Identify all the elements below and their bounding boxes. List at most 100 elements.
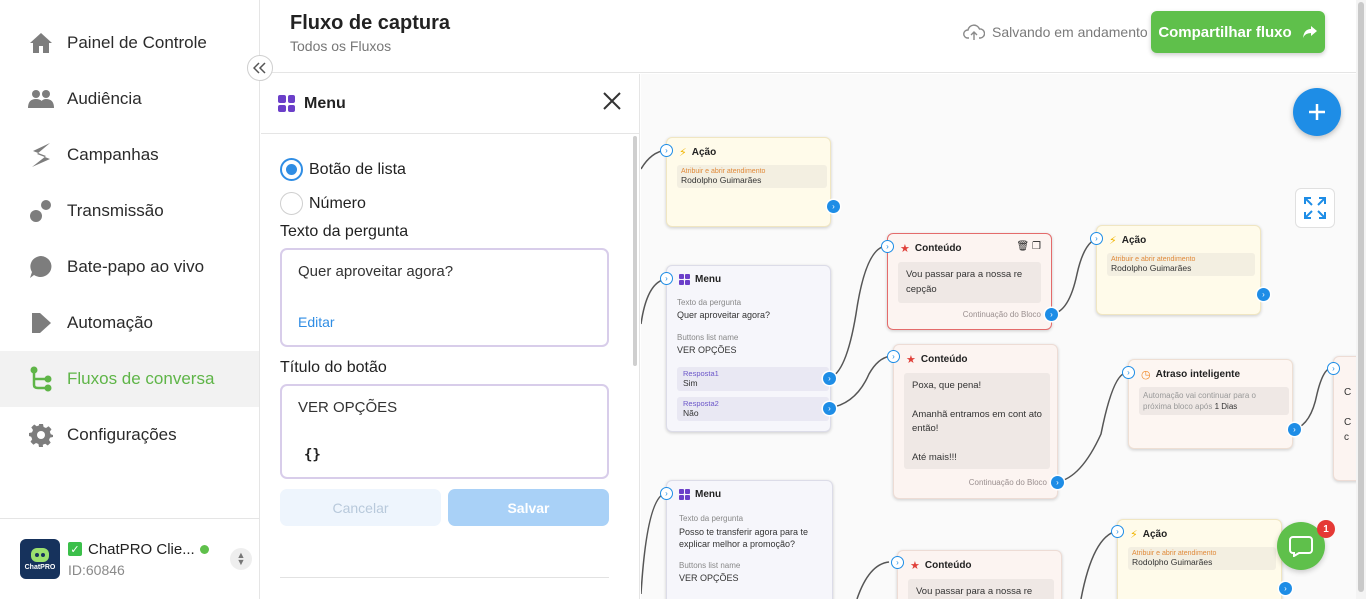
input-port[interactable]: › [1122,366,1135,379]
buttons-value: VER OPÇÕES [679,573,739,583]
radio-unselected[interactable] [280,192,303,215]
sidebar-item-painel[interactable]: Painel de Controle [0,15,259,71]
close-icon[interactable] [601,92,623,114]
delay-value: 1 Dias [1214,402,1238,411]
panel-scrollbar[interactable] [633,136,637,366]
content-node[interactable]: ★ Conteúdo Vou passar para a nossa re [897,550,1062,599]
question-value: Quer aproveitar agora? [298,263,454,280]
menu-grid-icon [679,489,690,500]
save-button[interactable]: Salvar [448,489,609,526]
output-port[interactable]: › [1051,476,1064,489]
breadcrumb[interactable]: Todos os Fluxos [290,38,391,54]
star-icon: ★ [900,243,910,255]
account-switcher[interactable]: ChatPRO ✓ ChatPRO Clie... ID:60846 ▲ ▼ [0,518,260,599]
content-text: Vou passar para a nossa re cepção [898,262,1041,303]
radio-selected[interactable] [280,158,303,181]
question-value: Posso te transferir agora para te explic… [679,527,809,549]
action-value: Rodolpho Guimarães [1132,557,1213,567]
response-option[interactable]: Resposta2 Não [677,397,829,421]
input-port[interactable]: › [881,240,894,253]
input-port[interactable]: › [1111,525,1124,538]
content-line: Até mais!!! [912,451,957,463]
question-label: Texto da pergunta [679,514,744,523]
content-node[interactable]: ★ Conteúdo Poxa, que pena! Amanhã entramo… [893,344,1058,499]
home-icon [28,30,54,56]
add-block-button[interactable] [1293,88,1341,136]
account-logo: ChatPRO [20,539,60,579]
fullscreen-button[interactable] [1295,188,1335,228]
variables-icon[interactable]: {} [304,447,321,463]
output-port[interactable]: › [1257,288,1270,301]
account-id: ID:60846 [68,561,125,578]
output-port[interactable]: › [1045,308,1058,321]
radio-number-label: Número [309,194,366,212]
sidebar-item-configuracoes[interactable]: Configurações [0,407,259,463]
input-port[interactable]: › [891,556,904,569]
collapse-sidebar-button[interactable] [247,55,273,81]
button-title-field[interactable]: VER OPÇÕES {} [280,384,609,479]
sidebar-item-label: Audiência [67,89,142,108]
sidebar-item-transmissao[interactable]: Transmissão [0,183,259,239]
radio-list-button[interactable]: Botão de lista [280,158,406,181]
edit-link[interactable]: Editar [298,314,335,330]
action-value: Rodolpho Guimarães [1111,263,1192,273]
menu-node[interactable]: Menu Texto da pergunta Quer aproveitar a… [666,265,831,432]
question-field[interactable]: Quer aproveitar agora? Editar [280,248,609,347]
content-node-partial[interactable]: C C c [1333,356,1356,481]
share-flow-button[interactable]: Compartilhar fluxo [1151,11,1325,53]
node-title: Menu [695,489,722,500]
sidebar-item-label: Bate-papo ao vivo [67,257,205,276]
output-port[interactable]: › [823,372,836,385]
sidebar-item-automacao[interactable]: Automação [0,295,259,351]
sidebar-item-fluxos[interactable]: Fluxos de conversa [0,351,259,407]
copy-icon[interactable]: ❐ [1032,241,1041,252]
output-port[interactable]: › [827,200,840,213]
action-key: Atribuir e abrir atendimento [1111,256,1196,263]
action-node[interactable]: ⚡ Ação Atribuir e abrir atendimento Rodol… [1096,225,1261,315]
cloud-upload-icon [963,24,985,40]
content-line: Amanhã entramos em cont ato então! [912,408,1042,435]
continue-label: Continuação do Bloco [962,310,1041,319]
response-option[interactable]: Resposta1 Sim [677,367,829,391]
notification-badge: 1 [1317,520,1335,538]
input-port[interactable]: › [887,350,900,363]
delay-node[interactable]: ◷ Atraso inteligente Automação vai contin… [1128,359,1293,449]
response-value: Sim [683,378,698,388]
radio-number[interactable]: Número [280,192,366,215]
share-label: Compartilhar fluxo [1158,23,1292,41]
switch-account-icon[interactable]: ▲ ▼ [230,548,252,570]
sidebar-item-batepapo[interactable]: Bate-papo ao vivo [0,239,259,295]
page-header: Fluxo de captura Todos os Fluxos Salvand… [261,0,1356,73]
node-title: Ação [691,147,717,158]
input-port[interactable]: › [1327,362,1340,375]
action-detail: Atribuir e abrir atendimento Rodolpho Gu… [1128,547,1276,570]
robot-icon [31,547,49,562]
flow-canvas[interactable]: ⚡ Ação Atribuir e abrir atendimento Rodol… [641,74,1356,599]
input-port[interactable]: › [660,272,673,285]
trash-icon[interactable]: 🗑 [1017,241,1030,252]
sidebar-item-label: Automação [67,313,153,332]
input-port[interactable]: › [660,487,673,500]
response-value: Não [683,408,699,418]
question-label: Texto da pergunta [280,223,409,240]
output-port[interactable]: › [1279,582,1292,595]
content-node[interactable]: ★ Conteúdo 🗑 ❐ Vou passar para a nossa re… [887,233,1052,330]
input-port[interactable]: › [660,144,673,157]
output-port[interactable]: › [1288,423,1301,436]
node-actions: 🗑 ❐ [1017,241,1041,252]
cancel-button[interactable]: Cancelar [280,489,441,526]
buttons-label: Buttons list name [677,333,739,342]
node-title: Conteúdo [924,560,972,571]
input-port[interactable]: › [1090,232,1103,245]
menu-node[interactable]: Menu Texto da pergunta Posso te transfer… [666,480,833,599]
page-scrollbar[interactable] [1356,0,1366,599]
output-port[interactable]: › [823,402,836,415]
action-node[interactable]: ⚡ Ação Atribuir e abrir atendimento Rodol… [666,137,831,227]
sidebar-item-campanhas[interactable]: Campanhas [0,127,259,183]
sidebar-item-label: Transmissão [67,201,164,220]
plus-icon [1309,104,1325,120]
sidebar-item-audiencia[interactable]: Audiência [0,71,259,127]
action-node[interactable]: ⚡ Ação Atribuir e abrir atendimento Rodol… [1117,519,1282,599]
button-title-label: Título do botão [280,359,387,376]
node-title: Menu [695,274,722,285]
